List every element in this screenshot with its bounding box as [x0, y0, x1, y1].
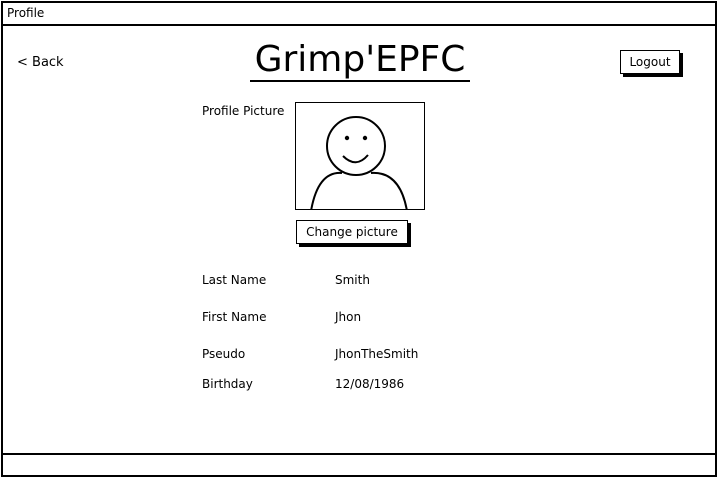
window-title: Profile	[7, 6, 45, 20]
status-bar	[3, 453, 715, 475]
user-avatar-icon	[310, 116, 408, 209]
logout-button[interactable]: Logout	[620, 50, 680, 74]
pseudo-label: Pseudo	[202, 347, 246, 361]
change-picture-button[interactable]: Change picture	[296, 220, 408, 244]
birthday-value: 12/08/1986	[335, 377, 405, 391]
birthday-label: Birthday	[202, 377, 253, 391]
first-name-value: Jhon	[335, 310, 362, 324]
back-link[interactable]: < Back	[17, 55, 64, 70]
profile-picture-label: Profile Picture	[202, 104, 285, 118]
first-name-label: First Name	[202, 310, 267, 324]
pseudo-value: JhonTheSmith	[335, 347, 419, 361]
last-name-value: Smith	[335, 273, 370, 287]
app-title: Grimp'EPFC	[250, 40, 470, 82]
last-name-label: Last Name	[202, 273, 267, 287]
title-bar: Profile	[3, 3, 715, 26]
profile-picture	[295, 102, 425, 210]
